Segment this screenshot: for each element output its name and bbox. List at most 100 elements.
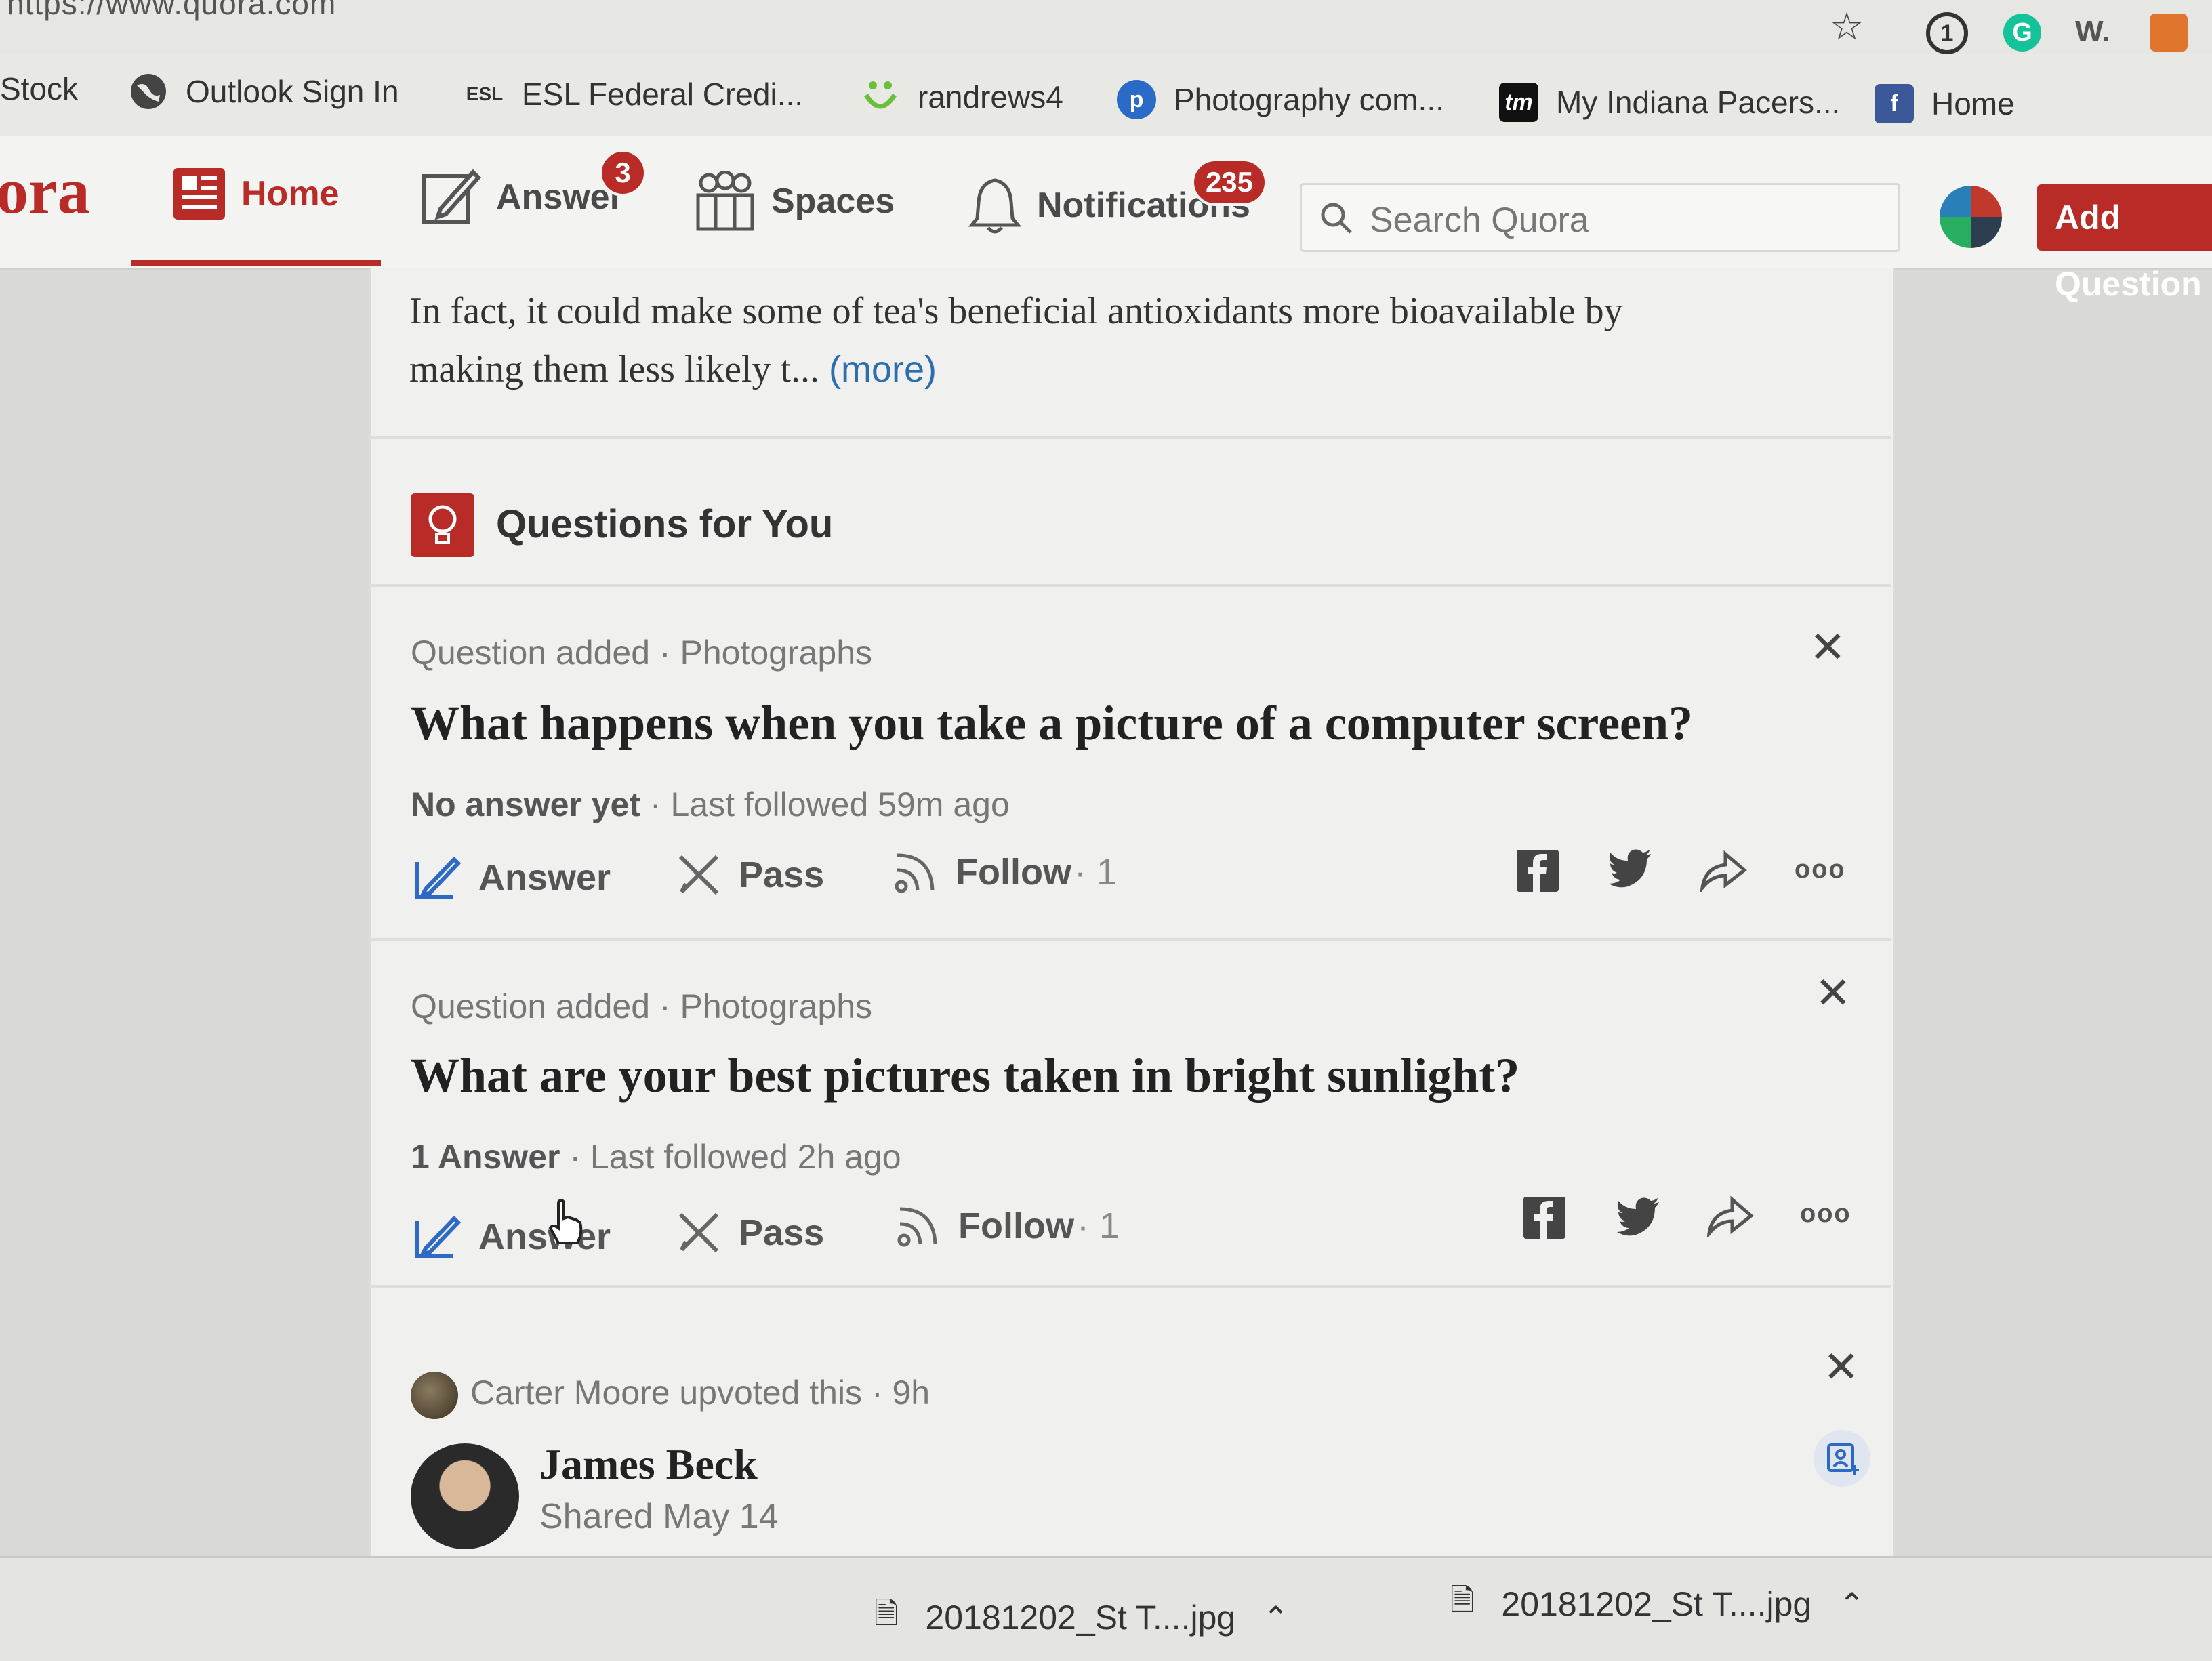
question-title[interactable]: What are your best pictures taken in bri… (411, 1048, 1519, 1104)
file-icon: 🗎 (1450, 1584, 1475, 1617)
shared-date: Shared May 14 (539, 1497, 779, 1536)
answer-count: 1 Answer (411, 1138, 560, 1176)
answer-count: No answer yet (411, 785, 641, 823)
divider (369, 436, 1891, 439)
follow-label: Follow (958, 1206, 1074, 1246)
star-icon[interactable]: ☆ (1830, 4, 1864, 49)
bookmark-label: randrews4 (918, 79, 1063, 115)
nav-home-label: Home (241, 174, 340, 213)
pencil-icon (415, 1215, 461, 1258)
divider (369, 938, 1891, 941)
bookmark-stock[interactable]: Stock (0, 70, 78, 107)
pass-label: Pass (739, 855, 825, 895)
nav-spaces[interactable]: Spaces (694, 171, 895, 232)
orange-extension-icon[interactable] (2150, 14, 2188, 52)
bookmark-randrews4[interactable]: randrews4 (861, 77, 1063, 117)
last-followed: · Last followed 59m ago (640, 785, 1010, 823)
question-meta: Question added · Photographs (411, 634, 873, 672)
close-icon[interactable]: ✕ (1823, 1342, 1860, 1393)
more-options-icon[interactable]: ooo (1800, 1199, 1851, 1229)
pass-button[interactable]: Pass (676, 1210, 824, 1255)
upvoter-avatar[interactable] (411, 1372, 458, 1419)
close-icon[interactable]: ✕ (1815, 968, 1851, 1019)
feed-icon (173, 168, 225, 220)
bell-icon (968, 178, 1022, 234)
pass-icon (678, 1212, 719, 1253)
spaces-icon (696, 171, 754, 231)
feed (369, 268, 1895, 1556)
search-box[interactable]: Search Quora (1300, 183, 1900, 252)
divider (369, 584, 1891, 587)
author-avatar[interactable] (411, 1443, 519, 1549)
answer-button[interactable]: Answer (413, 854, 611, 901)
hand-cursor-icon (548, 1199, 583, 1244)
grammarly-icon[interactable]: G (2003, 14, 2041, 52)
bookmark-pacers[interactable]: tm My Indiana Pacers... (1499, 83, 1840, 122)
notifications-badge: 235 (1191, 159, 1267, 206)
avatar[interactable] (1940, 186, 2002, 248)
facebook-share-icon[interactable] (1523, 1197, 1565, 1239)
more-options-icon[interactable]: ooo (1795, 855, 1846, 884)
author-name[interactable]: James Beck (539, 1439, 758, 1490)
answer-badge: 3 (599, 149, 647, 197)
globe-icon (131, 74, 166, 109)
pass-icon (678, 855, 719, 895)
share-icon[interactable] (1700, 847, 1747, 892)
add-question-label: Add Question (2055, 199, 2202, 303)
snippet-line: In fact, it could make some of tea's ben… (409, 290, 1623, 332)
nav-active-indicator (131, 260, 381, 266)
photography-icon: p (1117, 80, 1156, 119)
bookmark-label: Outlook Sign In (186, 74, 399, 109)
twitter-share-icon[interactable] (1607, 848, 1652, 888)
share-icon[interactable] (1706, 1193, 1754, 1237)
nav-answer[interactable]: Answer (420, 167, 623, 228)
answer-label: Answer (478, 857, 611, 898)
tm-icon: tm (1499, 83, 1538, 122)
pass-button[interactable]: Pass (676, 853, 824, 897)
question-status: 1 Answer · Last followed 2h ago (411, 1137, 901, 1176)
lightbulb-icon (428, 505, 457, 544)
answer-snippet: In fact, it could make some of tea's ben… (409, 282, 1623, 398)
follow-button[interactable]: Follow · 1 (896, 1204, 1120, 1248)
follow-count: · 1 (1076, 1206, 1120, 1246)
upvoter-line: Carter Moore upvoted this · 9h (470, 1374, 930, 1412)
follow-user-button[interactable] (1814, 1430, 1870, 1487)
divider (369, 1285, 1891, 1288)
address-bar[interactable]: https://www.quora.com (7, 0, 336, 22)
download-filename: 20181202_St T....jpg (1501, 1584, 1812, 1623)
chevron-up-icon[interactable]: ⌃ (1263, 1599, 1289, 1636)
chevron-up-icon[interactable]: ⌃ (1839, 1586, 1865, 1622)
quora-logo[interactable]: ora (0, 153, 90, 228)
section-title: Questions for You (496, 502, 834, 546)
download-item[interactable]: 🗎 20181202_St T....jpg ⌃ (874, 1592, 1289, 1643)
bookmark-photography[interactable]: p Photography com... (1117, 80, 1444, 119)
w-extension-icon[interactable]: W. (2075, 15, 2110, 49)
add-user-icon (1827, 1443, 1859, 1475)
downloads-bar: 🗎 20181202_St T....jpg ⌃ 🗎 20181202_St T… (0, 1556, 2212, 1661)
facebook-icon: f (1875, 84, 1914, 123)
more-link[interactable]: (more) (829, 349, 937, 390)
facebook-share-icon[interactable] (1517, 850, 1559, 892)
pencil-icon (415, 856, 461, 899)
close-icon[interactable]: ✕ (1809, 622, 1846, 673)
esl-icon: ESL (466, 83, 504, 104)
bookmark-esl[interactable]: ESL ESL Federal Credi... (465, 75, 803, 114)
nav-home[interactable]: Home (172, 167, 339, 221)
bookmark-outlook[interactable]: Outlook Sign In (129, 72, 399, 111)
follow-button[interactable]: Follow · 1 (893, 850, 1117, 895)
question-title[interactable]: What happens when you take a picture of … (411, 695, 1693, 752)
search-input[interactable]: Search Quora (1370, 200, 1589, 241)
add-question-button[interactable]: Add Question (2037, 184, 2212, 303)
answer-label: Answer (478, 1216, 611, 1257)
download-filename: 20181202_St T....jpg (925, 1598, 1236, 1637)
search-icon (1321, 203, 1352, 234)
last-followed: · Last followed 2h ago (560, 1138, 901, 1176)
twitter-share-icon[interactable] (1616, 1197, 1660, 1236)
pass-label: Pass (739, 1212, 825, 1253)
bookmark-facebook-home[interactable]: f Home (1875, 84, 2015, 123)
question-status: No answer yet · Last followed 59m ago (411, 785, 1010, 824)
1password-icon[interactable]: 1 (1926, 12, 1968, 54)
download-item[interactable]: 🗎 20181202_St T....jpg ⌃ (1450, 1578, 1865, 1629)
bookmarks-bar: Stock Outlook Sign In ESL ESL Federal Cr… (0, 54, 2212, 137)
nav-spaces-label: Spaces (771, 182, 895, 221)
